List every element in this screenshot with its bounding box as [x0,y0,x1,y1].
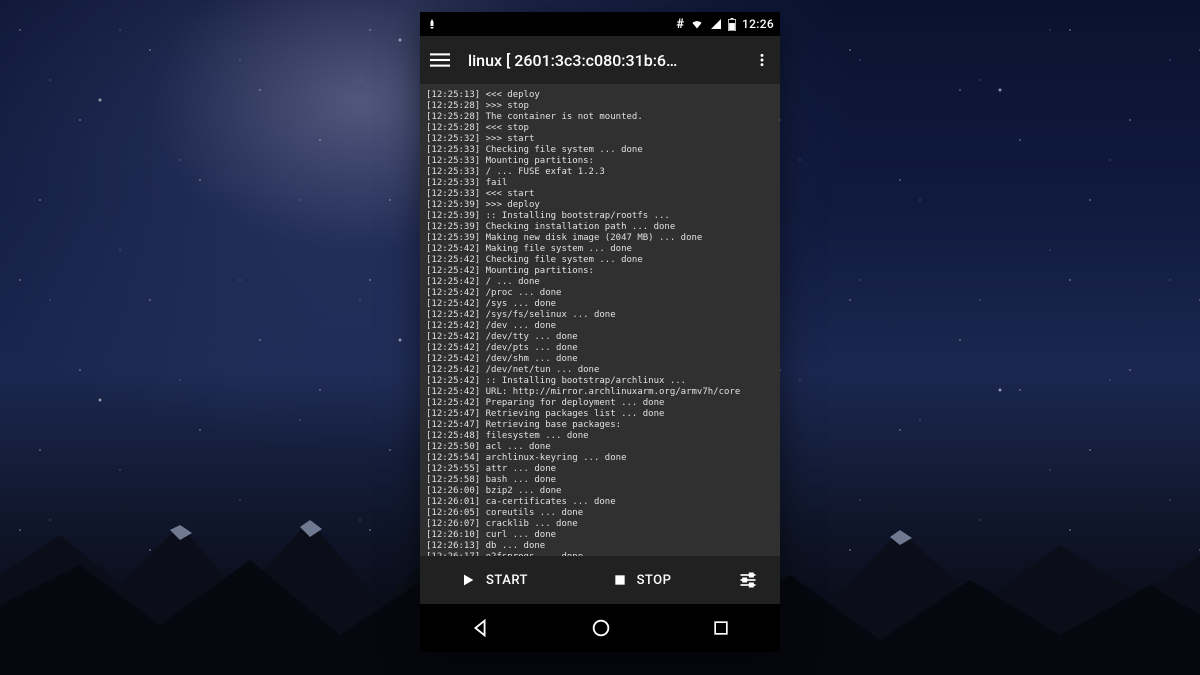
start-button[interactable]: START [420,556,568,604]
overflow-menu-icon[interactable] [754,50,770,70]
app-title: linux [ 2601:3c3:c080:31b:6… [468,51,736,70]
tune-icon [738,570,758,590]
notification-icon [426,18,438,30]
stop-button[interactable]: STOP [568,556,716,604]
cell-signal-icon [710,18,722,30]
battery-icon [728,18,736,31]
root-icon: # [676,17,684,32]
wifi-icon [690,18,704,30]
terminal-output[interactable]: [12:25:13] <<< deploy [12:25:28] >>> sto… [420,84,780,556]
android-phone-frame: # 12:26 linux [ 2601:3c3:c080:31b:6… [420,12,780,652]
nav-back-button[interactable] [469,617,491,639]
menu-icon[interactable] [430,50,450,70]
status-clock: 12:26 [742,17,774,31]
desktop-wallpaper: # 12:26 linux [ 2601:3c3:c080:31b:6… [0,0,1200,675]
nav-home-button[interactable] [590,617,612,639]
stop-label: STOP [637,573,672,588]
settings-button[interactable] [716,556,780,604]
start-label: START [486,573,528,588]
nav-recent-button[interactable] [711,618,731,638]
android-status-bar: # 12:26 [420,12,780,36]
stop-icon [613,573,627,587]
play-icon [460,572,476,588]
app-toolbar: linux [ 2601:3c3:c080:31b:6… [420,36,780,84]
android-nav-bar [420,604,780,652]
app-bottom-bar: START STOP [420,556,780,604]
